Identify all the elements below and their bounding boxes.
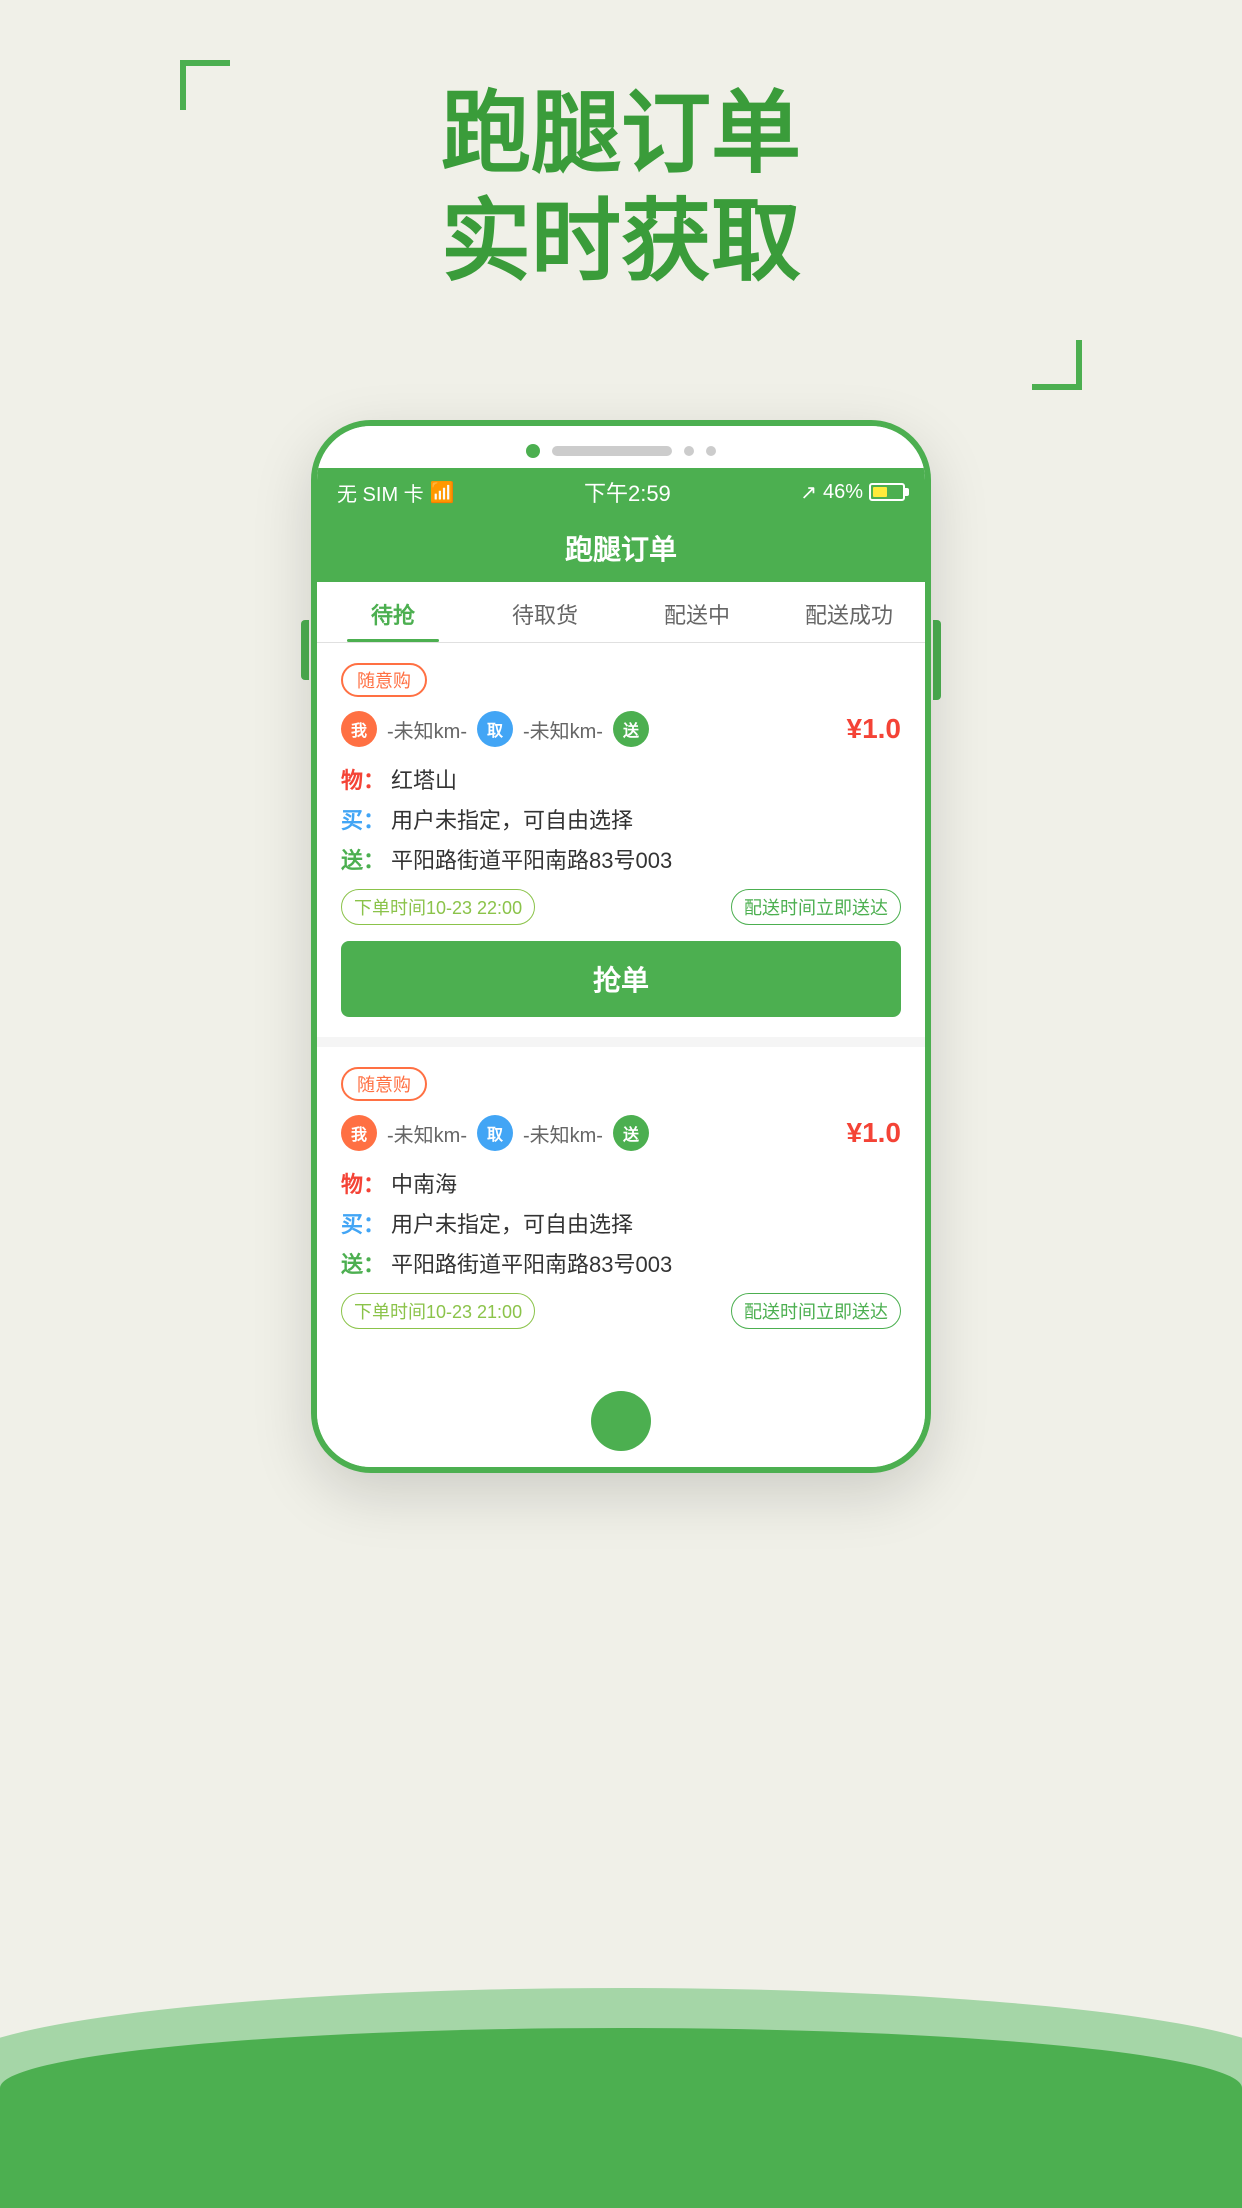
buy-row-2: 买： 用户未指定，可自由选择	[341, 1207, 901, 1239]
wave-dark	[0, 2028, 1242, 2208]
status-left: 无 SIM 卡 📶	[337, 478, 455, 507]
location-icon: ↗	[800, 480, 817, 505]
order-route-1: 我 -未知km- 取 -未知km- 送 ¥1.0	[341, 711, 901, 747]
order-meta-1: 下单时间10-23 22:00 配送时间立即送达	[341, 889, 901, 925]
order-time-tag-2: 下单时间10-23 21:00	[341, 1293, 535, 1329]
wifi-icon: 📶	[430, 480, 455, 505]
order-badge-1: 随意购	[341, 663, 427, 697]
phone-sensor	[526, 444, 540, 458]
bottom-wave-decoration	[0, 1948, 1242, 2208]
send-value-2: 平阳路街道平阳南路83号003	[391, 1247, 672, 1279]
battery-icon	[869, 483, 905, 501]
clock: 下午2:59	[584, 476, 671, 508]
order-badge-2: 随意购	[341, 1067, 427, 1101]
send-value-1: 平阳路街道平阳南路83号003	[391, 843, 672, 875]
route-dot-pick-2: 取	[477, 1115, 513, 1151]
send-row-1: 送： 平阳路街道平阳南路83号003	[341, 843, 901, 875]
delivery-time-tag-2: 配送时间立即送达	[731, 1293, 901, 1329]
app-header: 跑腿订单	[317, 516, 925, 582]
order-list: 随意购 我 -未知km- 取 -未知km- 送 ¥1.0	[317, 643, 925, 1365]
phone-side-button-right	[933, 620, 941, 700]
tab-delivering[interactable]: 配送中	[621, 582, 773, 642]
route-to-km-1: -未知km-	[523, 715, 603, 744]
buy-value-1: 用户未指定，可自由选择	[391, 803, 633, 835]
send-label-1: 送：	[341, 843, 385, 875]
carrier-text: 无 SIM 卡	[337, 478, 424, 507]
goods-value-1: 红塔山	[391, 763, 457, 795]
order-price-1: ¥1.0	[847, 713, 902, 745]
order-time-tag-1: 下单时间10-23 22:00	[341, 889, 535, 925]
tab-waiting-pickup[interactable]: 待取货	[469, 582, 621, 642]
order-card-2: 随意购 我 -未知km- 取 -未知km- 送 ¥1.0	[317, 1047, 925, 1365]
goods-row-2: 物： 中南海	[341, 1167, 901, 1199]
phone-screen: 无 SIM 卡 📶 下午2:59 ↗ 46% 跑腿订单 待抢 待取货	[311, 420, 931, 1473]
send-row-2: 送： 平阳路街道平阳南路83号003	[341, 1247, 901, 1279]
hero-title: 跑腿订单 实时获取	[0, 80, 1242, 296]
tab-delivered[interactable]: 配送成功	[773, 582, 925, 642]
route-dot-me-1: 我	[341, 711, 377, 747]
order-info-1: 物： 红塔山 买： 用户未指定，可自由选择 送： 平阳路街道平阳南路83号003	[341, 763, 901, 875]
route-to-km-2: -未知km-	[523, 1119, 603, 1148]
battery-fill	[873, 487, 887, 497]
route-dot-pick-1: 取	[477, 711, 513, 747]
route-dot-deliver-1: 送	[613, 711, 649, 747]
phone-camera-2	[706, 446, 716, 456]
route-dot-deliver-2: 送	[613, 1115, 649, 1151]
order-meta-2: 下单时间10-23 21:00 配送时间立即送达	[341, 1293, 901, 1329]
hero-title-line1: 跑腿订单	[0, 80, 1242, 188]
route-dot-me-2: 我	[341, 1115, 377, 1151]
send-label-2: 送：	[341, 1247, 385, 1279]
goods-label-2: 物：	[341, 1167, 385, 1199]
phone-top-notch	[317, 426, 925, 468]
buy-label-2: 买：	[341, 1207, 385, 1239]
buy-label-1: 买：	[341, 803, 385, 835]
tab-waiting-grab[interactable]: 待抢	[317, 582, 469, 642]
grab-button-1[interactable]: 抢单	[341, 941, 901, 1017]
order-price-2: ¥1.0	[847, 1117, 902, 1149]
order-card-1: 随意购 我 -未知km- 取 -未知km- 送 ¥1.0	[317, 643, 925, 1037]
goods-value-2: 中南海	[391, 1167, 457, 1199]
phone-mockup: 无 SIM 卡 📶 下午2:59 ↗ 46% 跑腿订单 待抢 待取货	[311, 420, 931, 1473]
route-from-km-2: -未知km-	[387, 1119, 467, 1148]
goods-row-1: 物： 红塔山	[341, 763, 901, 795]
delivery-time-tag-1: 配送时间立即送达	[731, 889, 901, 925]
status-bar: 无 SIM 卡 📶 下午2:59 ↗ 46%	[317, 468, 925, 516]
phone-home-area	[317, 1375, 925, 1467]
app-title: 跑腿订单	[565, 534, 677, 565]
status-right: ↗ 46%	[800, 480, 905, 505]
buy-row-1: 买： 用户未指定，可自由选择	[341, 803, 901, 835]
goods-label-1: 物：	[341, 763, 385, 795]
corner-bracket-br	[1032, 340, 1082, 390]
phone-side-button-left	[301, 620, 309, 680]
battery-percent: 46%	[823, 481, 863, 504]
order-info-2: 物： 中南海 买： 用户未指定，可自由选择 送： 平阳路街道平阳南路83号003	[341, 1167, 901, 1279]
buy-value-2: 用户未指定，可自由选择	[391, 1207, 633, 1239]
tab-bar: 待抢 待取货 配送中 配送成功	[317, 582, 925, 643]
phone-speaker	[552, 446, 672, 456]
order-route-2: 我 -未知km- 取 -未知km- 送 ¥1.0	[341, 1115, 901, 1151]
route-from-km-1: -未知km-	[387, 715, 467, 744]
hero-title-line2: 实时获取	[0, 188, 1242, 296]
phone-camera-1	[684, 446, 694, 456]
home-button[interactable]	[591, 1391, 651, 1451]
